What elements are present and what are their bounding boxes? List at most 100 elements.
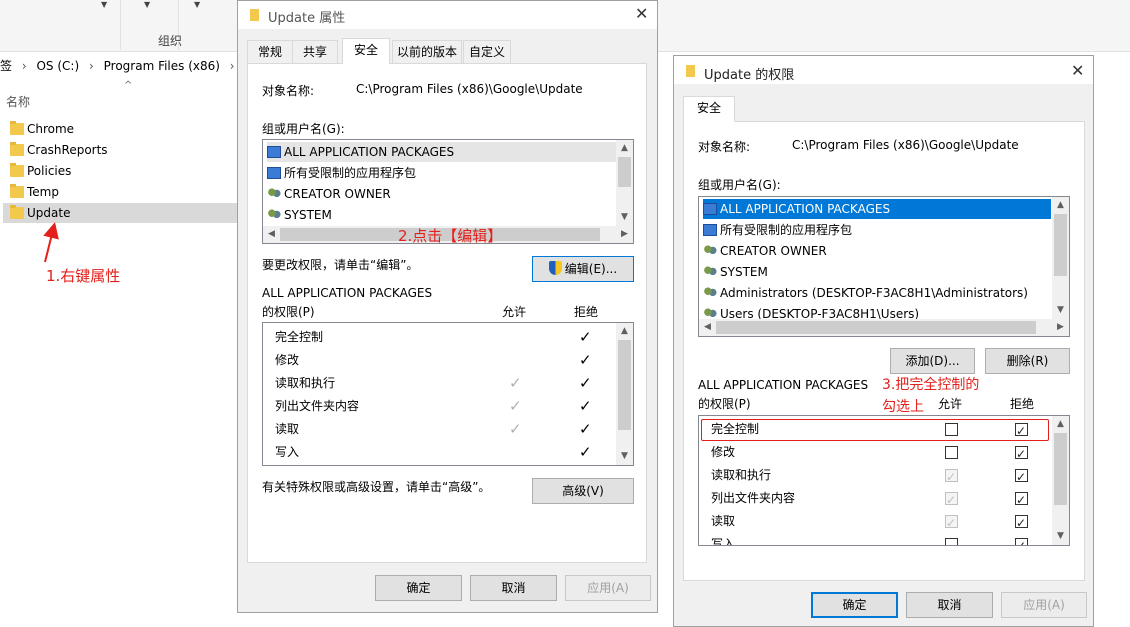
tab-security[interactable]: 安全 — [683, 96, 735, 122]
allow-check-icon: ✓ — [509, 374, 522, 392]
list-item[interactable]: 所有受限制的应用程序包 — [703, 220, 852, 240]
properties-dialog: Update 属性 ✕ 常规 共享 安全 以前的版本 自定义 对象名称: C:\… — [237, 0, 658, 613]
scroll-left-icon[interactable]: ◀ — [263, 226, 280, 243]
permission-list: 完全控制修改读取和执行列出文件夹内容读取写入▲▼ — [698, 415, 1070, 546]
users-icon — [267, 188, 281, 200]
scroll-down-icon[interactable]: ▼ — [1052, 528, 1069, 545]
permission-name: 写入 — [275, 445, 300, 459]
deny-checkbox[interactable] — [1015, 512, 1028, 535]
scroll-down-icon[interactable]: ▼ — [616, 448, 633, 465]
scroll-thumb[interactable] — [618, 340, 631, 430]
allow-check-icon: ✓ — [509, 420, 522, 438]
permission-row: 读取 ✓ ✓ — [263, 418, 613, 441]
allow-checkbox[interactable] — [945, 538, 958, 545]
annotation-step2: 2.点击【编辑】 — [398, 227, 503, 245]
cancel-button[interactable]: 取消 — [906, 592, 993, 618]
scroll-right-icon[interactable]: ▶ — [1052, 319, 1069, 336]
permission-name: 读取和执行 — [711, 468, 772, 482]
scroll-thumb[interactable] — [1054, 433, 1067, 505]
list-item[interactable]: SYSTEM — [703, 262, 768, 282]
permission-name: 读取 — [275, 422, 300, 436]
permission-row: 读取和执行 ✓ ✓ — [263, 372, 613, 395]
permission-row: 写入 ✓ — [263, 441, 613, 464]
scroll-right-icon[interactable]: ▶ — [616, 226, 633, 243]
ok-button[interactable]: 确定 — [811, 592, 898, 618]
dialog-title: Update 属性 — [268, 11, 346, 26]
tab-general[interactable]: 常规 — [247, 40, 293, 63]
permission-row: 写入 — [699, 533, 1049, 545]
list-item[interactable]: SYSTEM — [267, 205, 332, 225]
close-icon[interactable]: ✕ — [1071, 61, 1084, 80]
dialog-title: Update 的权限 — [704, 68, 795, 83]
scroll-left-icon[interactable]: ◀ — [699, 319, 716, 336]
list-item[interactable]: 所有受限制的应用程序包 — [267, 163, 416, 183]
permission-name: 完全控制 — [275, 330, 324, 344]
users-icon — [267, 209, 281, 221]
allow-column-header: 允许 — [938, 397, 963, 411]
annotation-step3-line1: 3.把完全控制的 — [882, 377, 980, 393]
deny-checkbox[interactable] — [1015, 535, 1028, 545]
allow-checkbox — [945, 466, 958, 489]
apply-button[interactable]: 应用(A) — [565, 575, 651, 601]
allow-checkbox — [945, 489, 958, 512]
deny-check-icon: ✓ — [579, 351, 592, 369]
object-name-label: 对象名称: — [262, 84, 315, 98]
scroll-up-icon[interactable]: ▲ — [616, 140, 633, 157]
deny-checkbox[interactable] — [1015, 443, 1028, 466]
tab-previous-versions[interactable]: 以前的版本 — [392, 40, 462, 63]
permission-row: 列出文件夹内容 — [699, 487, 1049, 512]
list-item[interactable]: ALL APPLICATION PACKAGES — [267, 142, 616, 162]
deny-check-icon: ✓ — [579, 420, 592, 438]
change-permissions-hint: 要更改权限，请单击“编辑”。 — [262, 258, 419, 272]
advanced-button[interactable]: 高级(V) — [532, 478, 634, 504]
scroll-up-icon[interactable]: ▲ — [1052, 197, 1069, 214]
list-item[interactable]: CREATOR OWNER — [703, 241, 827, 261]
deny-checkbox[interactable] — [1015, 466, 1028, 489]
remove-button[interactable]: 删除(R) — [985, 348, 1070, 374]
vertical-scrollbar[interactable]: ▲ ▼ — [1052, 197, 1069, 319]
add-button[interactable]: 添加(D)... — [890, 348, 975, 374]
package-icon — [703, 203, 717, 215]
full-control-highlight — [701, 419, 1049, 441]
permission-list: 完全控制 ✓ 修改 ✓ 读取和执行 ✓ ✓ 列出文件夹内容 ✓ ✓ 读取 ✓ ✓ 写入 ✓ ▲ ▼ — [262, 322, 634, 466]
permissions-dialog: Update 的权限 ✕ 安全 对象名称: C:\Program Files (… — [673, 55, 1094, 627]
ok-button[interactable]: 确定 — [375, 575, 462, 601]
object-name-value: C:\Program Files (x86)\Google\Update — [792, 138, 1019, 152]
deny-check-icon: ✓ — [579, 328, 592, 346]
allow-checkbox[interactable] — [945, 446, 958, 459]
user-list[interactable]: ALL APPLICATION PACKAGES 所有受限制的应用程序包 CRE… — [698, 196, 1070, 337]
deny-checkbox[interactable] — [1015, 489, 1028, 512]
list-item[interactable]: ALL APPLICATION PACKAGES — [703, 199, 1051, 219]
annotation-step3-line2: 勾选上 — [882, 399, 924, 415]
deny-check-icon: ✓ — [579, 397, 592, 415]
allow-checkbox — [945, 512, 958, 535]
tab-customize[interactable]: 自定义 — [463, 40, 511, 63]
list-item[interactable]: Administrators (DESKTOP-F3AC8H1\Administ… — [703, 283, 1028, 303]
apply-button[interactable]: 应用(A) — [1001, 592, 1087, 618]
users-icon — [703, 287, 717, 299]
list-item[interactable]: CREATOR OWNER — [267, 184, 391, 204]
scroll-down-icon[interactable]: ▼ — [616, 209, 633, 226]
tab-sharing[interactable]: 共享 — [292, 40, 338, 63]
permissions-label: 的权限(P) — [262, 305, 315, 319]
cancel-button[interactable]: 取消 — [470, 575, 557, 601]
tab-security[interactable]: 安全 — [342, 38, 390, 64]
deny-column-header: 拒绝 — [574, 305, 599, 319]
vertical-scrollbar[interactable]: ▲ ▼ — [616, 323, 633, 465]
vertical-scrollbar[interactable]: ▲ ▼ — [616, 140, 633, 226]
scroll-up-icon[interactable]: ▲ — [616, 323, 633, 340]
edit-button[interactable]: 编辑(E)... — [532, 256, 634, 282]
allow-column-header: 允许 — [502, 305, 527, 319]
scroll-down-icon[interactable]: ▼ — [1052, 302, 1069, 319]
scroll-up-icon[interactable]: ▲ — [1052, 416, 1069, 433]
permission-name: 修改 — [275, 353, 300, 367]
group-user-label: 组或用户名(G): — [262, 122, 345, 136]
horizontal-scrollbar[interactable]: ◀ ▶ — [699, 319, 1069, 336]
scroll-thumb[interactable] — [1054, 214, 1067, 276]
scroll-thumb[interactable] — [716, 321, 1036, 334]
scroll-thumb[interactable] — [618, 157, 631, 187]
permission-row: 修改 ✓ — [263, 349, 613, 372]
close-icon[interactable]: ✕ — [635, 4, 648, 23]
vertical-scrollbar[interactable]: ▲ ▼ — [1052, 416, 1069, 545]
object-name-value: C:\Program Files (x86)\Google\Update — [356, 82, 583, 96]
